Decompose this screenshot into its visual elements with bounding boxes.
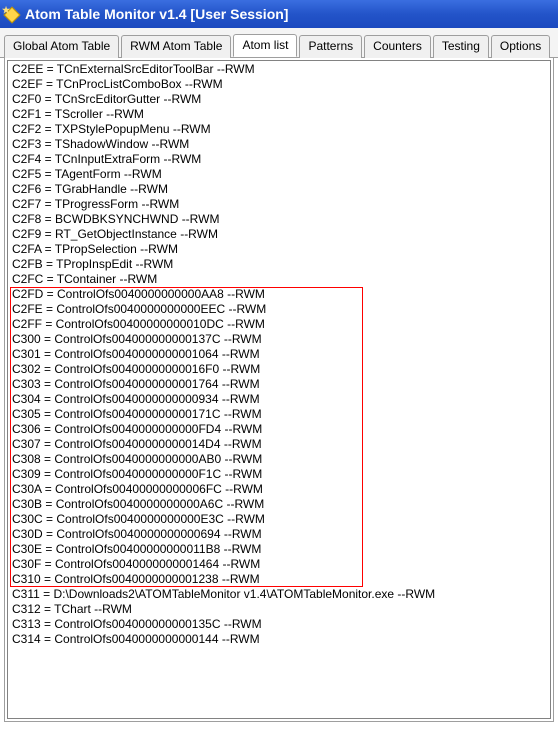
list-item[interactable]: C313 = ControlOfs004000000000135C --RWM — [8, 617, 550, 632]
list-item[interactable]: C314 = ControlOfs0040000000000144 --RWM — [8, 632, 550, 647]
list-item[interactable]: C308 = ControlOfs0040000000000AB0 --RWM — [8, 452, 550, 467]
tab-rwm-atom-table[interactable]: RWM Atom Table — [121, 35, 231, 58]
list-item[interactable]: C30C = ControlOfs0040000000000E3C --RWM — [8, 512, 550, 527]
list-item[interactable]: C2F1 = TScroller --RWM — [8, 107, 550, 122]
list-item[interactable]: C2F2 = TXPStylePopupMenu --RWM — [8, 122, 550, 137]
list-item[interactable]: C2FA = TPropSelection --RWM — [8, 242, 550, 257]
tab-testing[interactable]: Testing — [433, 35, 489, 58]
list-item[interactable]: C309 = ControlOfs0040000000000F1C --RWM — [8, 467, 550, 482]
list-item[interactable]: C307 = ControlOfs00400000000014D4 --RWM — [8, 437, 550, 452]
list-item[interactable]: C2F5 = TAgentForm --RWM — [8, 167, 550, 182]
list-item[interactable]: C2F6 = TGrabHandle --RWM — [8, 182, 550, 197]
list-item[interactable]: C310 = ControlOfs0040000000001238 --RWM — [8, 572, 550, 587]
list-item[interactable]: C312 = TChart --RWM — [8, 602, 550, 617]
window-title: Atom Table Monitor v1.4 [User Session] — [25, 6, 288, 22]
list-item[interactable]: C2F3 = TShadowWindow --RWM — [8, 137, 550, 152]
list-item[interactable]: C303 = ControlOfs0040000000001764 --RWM — [8, 377, 550, 392]
list-item[interactable]: C305 = ControlOfs004000000000171C --RWM — [8, 407, 550, 422]
title-bar: Atom Table Monitor v1.4 [User Session] — [0, 0, 558, 28]
list-item[interactable]: C2FC = TContainer --RWM — [8, 272, 550, 287]
list-item[interactable]: C2F0 = TCnSrcEditorGutter --RWM — [8, 92, 550, 107]
list-item[interactable]: C2F4 = TCnInputExtraForm --RWM — [8, 152, 550, 167]
list-item[interactable]: C2FD = ControlOfs0040000000000AA8 --RWM — [8, 287, 550, 302]
list-item[interactable]: C311 = D:\Downloads2\ATOMTableMonitor v1… — [8, 587, 550, 602]
tab-bar: Global Atom TableRWM Atom TableAtom list… — [0, 28, 558, 58]
tab-counters[interactable]: Counters — [364, 35, 431, 58]
list-item[interactable]: C30F = ControlOfs0040000000001464 --RWM — [8, 557, 550, 572]
tab-atom-list[interactable]: Atom list — [233, 34, 297, 57]
list-item[interactable]: C2FF = ControlOfs00400000000010DC --RWM — [8, 317, 550, 332]
list-item[interactable]: C2EE = TCnExternalSrcEditorToolBar --RWM — [8, 62, 550, 77]
list-item[interactable]: C2FB = TPropInspEdit --RWM — [8, 257, 550, 272]
list-item[interactable]: C30B = ControlOfs0040000000000A6C --RWM — [8, 497, 550, 512]
content-area: C2EE = TCnExternalSrcEditorToolBar --RWM… — [4, 58, 554, 722]
tab-options[interactable]: Options — [491, 35, 550, 58]
list-item[interactable]: C304 = ControlOfs0040000000000934 --RWM — [8, 392, 550, 407]
tab-patterns[interactable]: Patterns — [299, 35, 362, 58]
list-item[interactable]: C302 = ControlOfs00400000000016F0 --RWM — [8, 362, 550, 377]
tab-global-atom-table[interactable]: Global Atom Table — [4, 35, 119, 58]
atom-listbox[interactable]: C2EE = TCnExternalSrcEditorToolBar --RWM… — [7, 60, 551, 719]
list-item[interactable]: C2FE = ControlOfs0040000000000EEC --RWM — [8, 302, 550, 317]
list-item[interactable]: C30E = ControlOfs00400000000011B8 --RWM — [8, 542, 550, 557]
list-item[interactable]: C2F7 = TProgressForm --RWM — [8, 197, 550, 212]
list-item[interactable]: C30A = ControlOfs00400000000006FC --RWM — [8, 482, 550, 497]
list-item[interactable]: C2F8 = BCWDBKSYNCHWND --RWM — [8, 212, 550, 227]
list-item[interactable]: C300 = ControlOfs004000000000137C --RWM — [8, 332, 550, 347]
list-item[interactable]: C2EF = TCnProcListComboBox --RWM — [8, 77, 550, 92]
list-item[interactable]: C2F9 = RT_GetObjectInstance --RWM — [8, 227, 550, 242]
list-item[interactable]: C306 = ControlOfs0040000000000FD4 --RWM — [8, 422, 550, 437]
list-item[interactable]: C30D = ControlOfs0040000000000694 --RWM — [8, 527, 550, 542]
list-item[interactable]: C301 = ControlOfs0040000000001064 --RWM — [8, 347, 550, 362]
app-icon — [4, 6, 20, 22]
